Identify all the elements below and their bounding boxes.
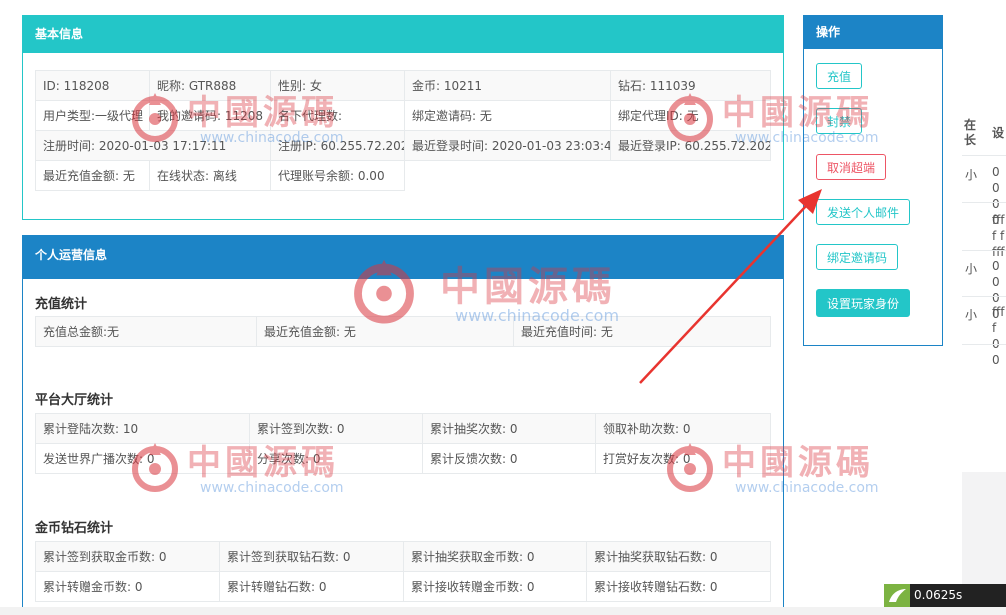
table-cell: 我的邀请码: 11208	[149, 100, 271, 131]
send-mail-button[interactable]: 发送个人邮件	[816, 199, 911, 225]
table-cell: 最近登录IP: 60.255.72.202	[610, 130, 771, 161]
user-detail-modal: 基本信息 ID: 118208 昵称: GTR888 性别: 女 金币: 102…	[0, 0, 962, 607]
empty-cell	[404, 160, 611, 191]
cancel-super-button[interactable]: 取消超端	[816, 154, 887, 180]
hall-stats-table: 累计登陆次数: 10 累计签到次数: 0 累计抽奖次数: 0 领取补助次数: 0…	[35, 413, 771, 474]
recharge-button[interactable]: 充值	[816, 63, 863, 89]
table-row: 累计登陆次数: 10 累计签到次数: 0 累计抽奖次数: 0 领取补助次数: 0	[35, 413, 771, 444]
basic-info-panel: 基本信息 ID: 118208 昵称: GTR888 性别: 女 金币: 102…	[22, 15, 784, 220]
table-cell: 最近充值金额: 无	[35, 160, 150, 191]
table-cell: 名下代理数:	[270, 100, 405, 131]
hall-stats-title: 平台大厅统计	[35, 393, 114, 408]
empty-cell	[610, 160, 771, 191]
table-row: 充值总金额:无 最近充值金额: 无 最近充值时间: 无	[35, 316, 771, 347]
background-cell: 小	[965, 262, 978, 276]
table-cell: 累计签到获取金币数: 0	[35, 541, 220, 572]
table-cell: 绑定邀请码: 无	[404, 100, 611, 131]
background-cell: 小	[965, 308, 978, 322]
table-cell: 累计签到获取钻石数: 0	[219, 541, 404, 572]
table-cell: 在线状态: 离线	[149, 160, 271, 191]
table-row: 最近充值金额: 无 在线状态: 离线 代理账号余额: 0.00	[35, 160, 771, 191]
gold-stats-title: 金币钻石统计	[35, 521, 114, 536]
table-cell: 金币: 10211	[404, 70, 611, 101]
background-header-2: 设	[992, 126, 1005, 140]
personal-ops-panel: 个人运营信息 充值统计 充值总金额:无 最近充值金额: 无 最近充值时间: 无 …	[22, 235, 784, 607]
basic-info-title: 基本信息	[22, 15, 784, 53]
personal-ops-title: 个人运营信息	[22, 235, 784, 279]
table-cell: 最近充值金额: 无	[256, 316, 514, 347]
table-cell: ID: 118208	[35, 70, 150, 101]
ban-button[interactable]: 封禁	[816, 108, 863, 134]
timer-logo-icon	[884, 584, 910, 607]
table-cell: 累计抽奖获取钻石数: 0	[586, 541, 771, 572]
background-cell: 小	[965, 168, 978, 182]
recharge-stats-title: 充值统计	[35, 297, 88, 312]
table-cell: 最近充值时间: 无	[513, 316, 771, 347]
basic-info-table: ID: 118208 昵称: GTR888 性别: 女 金币: 10211 钻石…	[35, 70, 771, 191]
gold-stats-table: 累计签到获取金币数: 0 累计签到获取钻石数: 0 累计抽奖获取金币数: 0 累…	[35, 541, 771, 602]
table-cell: 发送世界广播次数: 0	[35, 443, 250, 474]
table-cell: 性别: 女	[270, 70, 405, 101]
table-cell: 累计转赠金币数: 0	[35, 571, 220, 602]
table-cell: 钻石: 111039	[610, 70, 771, 101]
table-cell: 注册IP: 60.255.72.202	[270, 130, 405, 161]
table-cell: 充值总金额:无	[35, 316, 257, 347]
table-cell: 累计抽奖次数: 0	[422, 413, 596, 444]
table-cell: 累计转赠钻石数: 0	[219, 571, 404, 602]
set-identity-button[interactable]: 设置玩家身份	[816, 289, 911, 317]
table-cell: 用户类型:一级代理	[35, 100, 150, 131]
table-cell: 最近登录时间: 2020-01-03 23:03:49	[404, 130, 611, 161]
table-row: 发送世界广播次数: 0 分享次数: 0 累计反馈次数: 0 打赏好友次数: 0	[35, 443, 771, 474]
table-cell: 绑定代理ID: 无	[610, 100, 771, 131]
table-cell: 累计签到次数: 0	[249, 413, 423, 444]
table-cell: 昵称: GTR888	[149, 70, 271, 101]
timer-badge: 0.0625s	[884, 584, 1006, 607]
table-cell: 分享次数: 0	[249, 443, 423, 474]
operations-title: 操作	[803, 15, 943, 49]
background-cell: ffff ffff	[992, 213, 1005, 259]
table-cell: 累计登陆次数: 10	[35, 413, 250, 444]
background-cell: ffff 00	[992, 305, 1005, 367]
table-cell: 累计接收转赠金币数: 0	[403, 571, 587, 602]
table-row: 注册时间: 2020-01-03 17:17:11 注册IP: 60.255.7…	[35, 130, 771, 161]
operations-panel: 操作 充值 封禁 取消超端 发送个人邮件 绑定邀请码 设置玩家身份	[803, 15, 943, 346]
table-cell: 累计抽奖获取金币数: 0	[403, 541, 587, 572]
table-cell: 累计接收转赠钻石数: 0	[586, 571, 771, 602]
recharge-stats-table: 充值总金额:无 最近充值金额: 无 最近充值时间: 无	[35, 316, 771, 347]
background-table: 在长 设 小 00 00 ffff ffff 小 小 00 00 小 ffff …	[962, 0, 1006, 607]
table-cell: 注册时间: 2020-01-03 17:17:11	[35, 130, 271, 161]
table-cell: 累计反馈次数: 0	[422, 443, 596, 474]
table-row: 累计转赠金币数: 0 累计转赠钻石数: 0 累计接收转赠金币数: 0 累计接收转…	[35, 571, 771, 602]
table-row: ID: 118208 昵称: GTR888 性别: 女 金币: 10211 钻石…	[35, 70, 771, 101]
table-row: 累计签到获取金币数: 0 累计签到获取钻石数: 0 累计抽奖获取金币数: 0 累…	[35, 541, 771, 572]
table-cell: 打赏好友次数: 0	[595, 443, 771, 474]
timer-value: 0.0625s	[914, 588, 963, 602]
bind-invite-button[interactable]: 绑定邀请码	[816, 244, 899, 270]
table-cell: 代理账号余额: 0.00	[270, 160, 405, 191]
table-row: 用户类型:一级代理 我的邀请码: 11208 名下代理数: 绑定邀请码: 无 绑…	[35, 100, 771, 131]
table-cell: 领取补助次数: 0	[595, 413, 771, 444]
background-header-1: 在长	[964, 118, 977, 147]
